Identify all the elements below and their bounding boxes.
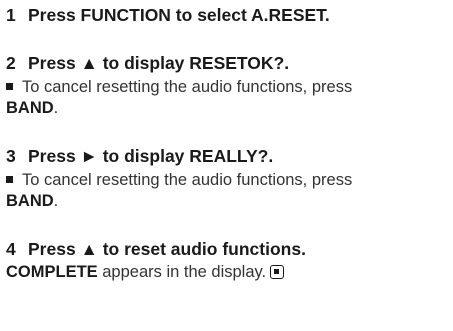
step-2-note-end: . (53, 99, 59, 117)
step-3-note-end: . (53, 192, 59, 210)
step-1-number: 1 (6, 5, 16, 25)
step-2-note-key: BAND (6, 99, 54, 117)
step-4-instruction: Press ▲ to reset audio functions. (28, 239, 306, 259)
step-3-number: 3 (6, 146, 16, 166)
step-1: 1 Press FUNCTION to select A.RESET. (6, 4, 451, 26)
step-4-result: COMPLETE appears in the display. (6, 262, 451, 283)
step-2-note: To cancel resetting the audio functions,… (6, 77, 451, 119)
step-2-number: 2 (6, 53, 16, 73)
step-3-note: To cancel resetting the audio functions,… (6, 170, 451, 212)
instruction-document: 1 Press FUNCTION to select A.RESET. 2 Pres… (6, 4, 451, 283)
step-4-result-text: appears in the display. (97, 263, 267, 281)
bullet-icon (6, 176, 13, 183)
step-1-instruction: Press FUNCTION to select A.RESET. (28, 5, 330, 25)
step-2-instruction: Press ▲ to display RESETOK?. (28, 53, 290, 73)
bullet-icon (6, 83, 13, 90)
step-3: 3 Press ► to display REALLY?. To cancel r… (6, 145, 451, 212)
step-2-heading: 2 Press ▲ to display RESETOK?. (6, 52, 451, 74)
step-3-heading: 3 Press ► to display REALLY?. (6, 145, 451, 167)
step-4-number: 4 (6, 239, 16, 259)
end-of-section-icon (270, 265, 285, 279)
step-2: 2 Press ▲ to display RESETOK?. To cancel … (6, 52, 451, 119)
step-3-note-key: BAND (6, 192, 54, 210)
step-4-heading: 4 Press ▲ to reset audio functions. (6, 238, 451, 260)
step-1-heading: 1 Press FUNCTION to select A.RESET. (6, 4, 451, 26)
step-4: 4 Press ▲ to reset audio functions. COMPL… (6, 238, 451, 283)
step-3-instruction: Press ► to display REALLY?. (28, 146, 274, 166)
step-3-note-text: To cancel resetting the audio functions,… (22, 171, 353, 189)
step-4-result-key: COMPLETE (6, 263, 98, 281)
step-2-note-text: To cancel resetting the audio functions,… (22, 78, 353, 96)
